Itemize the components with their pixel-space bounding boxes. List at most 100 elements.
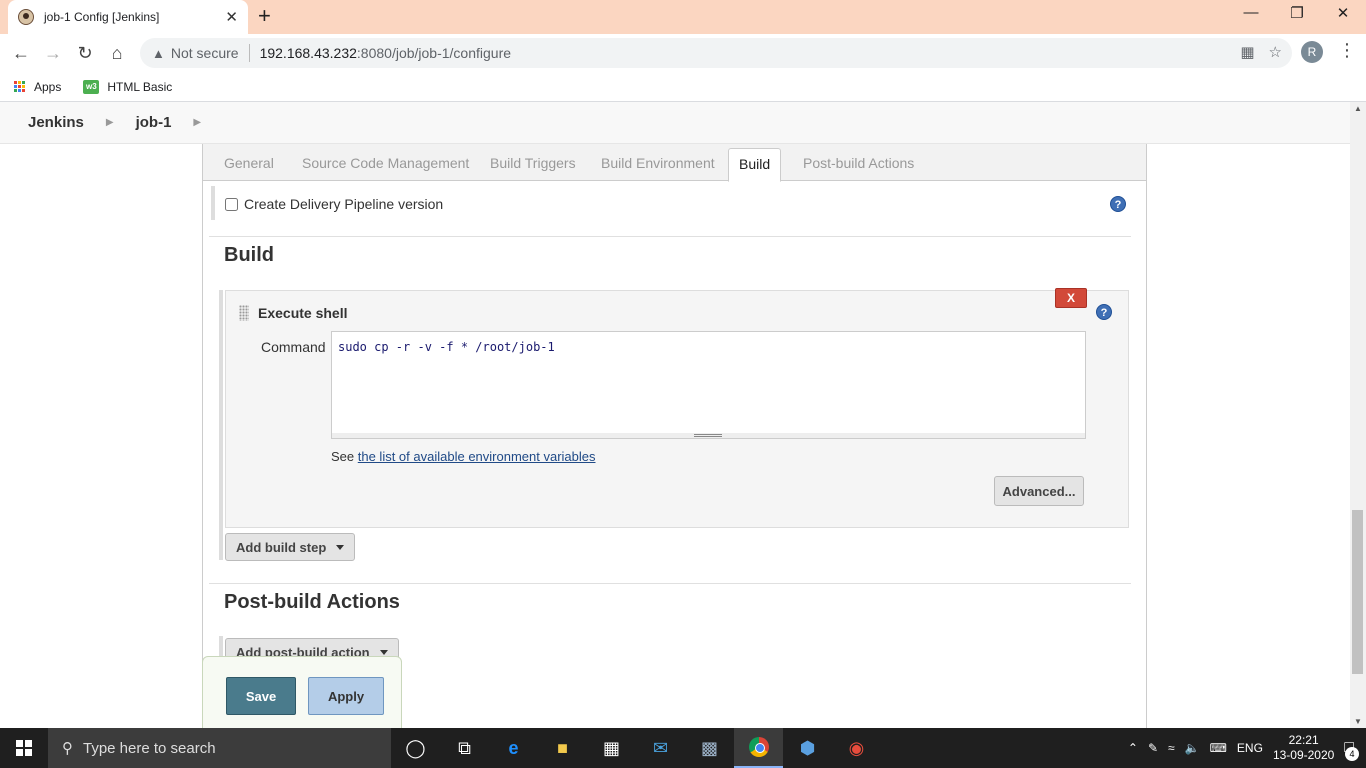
delivery-pipeline-option[interactable]: Create Delivery Pipeline version bbox=[225, 196, 443, 212]
warning-triangle-icon: ▲ bbox=[152, 45, 165, 61]
clock-date: 13-09-2020 bbox=[1272, 748, 1335, 762]
save-button[interactable]: Save bbox=[226, 677, 296, 715]
minimize-icon[interactable]: — bbox=[1236, 4, 1266, 21]
tab-title: job-1 Config [Jenkins] bbox=[44, 10, 160, 24]
command-textarea[interactable]: sudo cp -r -v -f * /root/job-1 bbox=[331, 331, 1086, 437]
textarea-resize-handle[interactable] bbox=[331, 433, 1086, 439]
command-label: Command bbox=[261, 339, 326, 355]
back-arrow-icon[interactable]: ← bbox=[8, 40, 34, 66]
bookmark-apps-label: Apps bbox=[34, 79, 62, 94]
tab-build-environment[interactable]: Build Environment bbox=[601, 155, 715, 171]
drag-handle-icon[interactable] bbox=[239, 305, 249, 321]
new-tab-button[interactable]: + bbox=[258, 4, 271, 28]
advanced-button[interactable]: Advanced... bbox=[994, 476, 1084, 506]
jenkins-page: Jenkins ▶ job-1 ▶ General Source Code Ma… bbox=[0, 102, 1350, 728]
breadcrumb-jenkins[interactable]: Jenkins bbox=[28, 114, 84, 131]
keyboard-icon[interactable]: ⌨ bbox=[1210, 741, 1227, 755]
tab-build[interactable]: Build bbox=[728, 148, 782, 182]
section-divider bbox=[209, 583, 1131, 584]
bookmarks-bar: Apps w3 HTML Basic bbox=[0, 72, 1366, 102]
reload-icon[interactable]: ↻ bbox=[72, 40, 98, 66]
clock-time: 22:21 bbox=[1288, 733, 1319, 747]
profile-avatar[interactable]: R bbox=[1301, 41, 1323, 63]
wifi-icon[interactable]: ≈ bbox=[1168, 741, 1175, 755]
language-indicator[interactable]: ENG bbox=[1237, 741, 1263, 755]
tab-source-code-management[interactable]: Source Code Management bbox=[302, 155, 469, 171]
help-icon[interactable]: ? bbox=[1110, 196, 1126, 212]
add-build-step-label: Add build step bbox=[236, 539, 327, 555]
tab-close-icon[interactable]: ✕ bbox=[225, 8, 238, 26]
not-secure-label[interactable]: Not secure bbox=[171, 45, 239, 61]
delete-step-button[interactable]: X bbox=[1055, 288, 1087, 308]
scroll-down-arrow-icon[interactable]: ▼ bbox=[1354, 717, 1362, 726]
taskbar-search[interactable]: ⚲ Type here to search bbox=[48, 728, 391, 768]
post-build-heading: Post-build Actions bbox=[224, 591, 400, 613]
execute-shell-title: Execute shell bbox=[258, 305, 348, 321]
add-build-step-button[interactable]: Add build step bbox=[225, 533, 356, 561]
build-indent-bar bbox=[219, 290, 223, 560]
calculator-icon[interactable]: ▩ bbox=[685, 728, 734, 768]
execute-shell-step: Execute shell X ? Command sudo cp -r -v … bbox=[225, 288, 1129, 528]
bookmark-html-basic[interactable]: w3 HTML Basic bbox=[83, 79, 172, 94]
env-vars-link[interactable]: the list of available environment variab… bbox=[358, 449, 596, 464]
scrollbar-thumb[interactable] bbox=[1352, 510, 1363, 674]
delivery-pipeline-checkbox[interactable] bbox=[225, 197, 238, 211]
jenkins-favicon-icon bbox=[18, 9, 34, 25]
search-icon: ⚲ bbox=[62, 740, 73, 757]
windows-taskbar: ⚲ Type here to search ◯ ⧉ e ■ ▦ ✉ ▩ ⬢ ◉ … bbox=[0, 728, 1366, 768]
build-heading: Build bbox=[224, 244, 274, 266]
page-scrollbar[interactable]: ▲ ▼ bbox=[1350, 102, 1366, 728]
tab-post-build-actions[interactable]: Post-build Actions bbox=[803, 155, 914, 171]
url-path: :8080/job/job-1/configure bbox=[356, 45, 512, 61]
pen-icon[interactable]: ✎ bbox=[1148, 741, 1158, 755]
address-bar[interactable]: ▲ Not secure 192.168.43.232:8080/job/job… bbox=[140, 38, 1292, 68]
app-icon[interactable]: ◉ bbox=[832, 728, 881, 768]
w3schools-icon: w3 bbox=[83, 79, 100, 94]
help-icon[interactable]: ? bbox=[1096, 304, 1112, 320]
system-tray: ⌃ ✎ ≈ 🔈 ⌨ ENG 22:21 13-09-2020 □4 bbox=[1128, 728, 1366, 768]
browser-menu-icon[interactable]: ⋮ bbox=[1338, 40, 1356, 61]
bookmark-apps[interactable]: Apps bbox=[14, 80, 61, 94]
chevron-up-icon[interactable]: ⌃ bbox=[1128, 741, 1138, 755]
breadcrumb-chevron-icon[interactable]: ▶ bbox=[106, 117, 114, 128]
restore-icon[interactable]: ❐ bbox=[1282, 4, 1312, 22]
chrome-logo-icon bbox=[748, 737, 769, 757]
address-separator bbox=[248, 44, 250, 62]
browser-tab-active[interactable]: job-1 Config [Jenkins] ✕ bbox=[8, 0, 248, 34]
home-icon[interactable]: ⌂ bbox=[104, 40, 130, 66]
section-indent-bar bbox=[211, 186, 215, 220]
tab-build-triggers[interactable]: Build Triggers bbox=[490, 155, 576, 171]
chrome-icon[interactable] bbox=[734, 728, 783, 768]
forward-arrow-icon[interactable]: → bbox=[40, 40, 66, 66]
notification-count: 4 bbox=[1345, 747, 1359, 761]
breadcrumb-job[interactable]: job-1 bbox=[136, 114, 172, 131]
browser-toolbar: ← → ↻ ⌂ ▲ Not secure 192.168.43.232:8080… bbox=[0, 34, 1366, 72]
edge-icon[interactable]: e bbox=[489, 728, 538, 768]
url-host: 192.168.43.232 bbox=[259, 45, 357, 61]
scroll-up-arrow-icon[interactable]: ▲ bbox=[1354, 104, 1362, 113]
mail-icon[interactable]: ✉ bbox=[636, 728, 685, 768]
notification-icon[interactable]: □4 bbox=[1344, 739, 1359, 761]
tab-general[interactable]: General bbox=[224, 155, 274, 171]
windows-logo-icon bbox=[16, 740, 32, 756]
translate-icon[interactable]: ▦ bbox=[1240, 43, 1254, 61]
delivery-pipeline-label: Create Delivery Pipeline version bbox=[244, 196, 444, 212]
store-icon[interactable]: ▦ bbox=[587, 728, 636, 768]
breadcrumb-chevron-icon[interactable]: ▶ bbox=[193, 117, 201, 128]
window-close-icon[interactable]: ✕ bbox=[1328, 4, 1358, 22]
cortana-icon[interactable]: ◯ bbox=[391, 728, 440, 768]
volume-icon[interactable]: 🔈 bbox=[1185, 741, 1200, 755]
env-vars-hint: See the list of available environment va… bbox=[331, 449, 596, 464]
address-actions: ▦ ☆ bbox=[1240, 43, 1282, 61]
start-button[interactable] bbox=[0, 728, 48, 768]
virtualbox-icon[interactable]: ⬢ bbox=[783, 728, 832, 768]
clock[interactable]: 22:21 13-09-2020 bbox=[1273, 733, 1334, 763]
caret-down-icon bbox=[379, 649, 388, 655]
form-actions-bar: Save Apply bbox=[202, 656, 402, 728]
config-form: General Source Code Management Build Tri… bbox=[202, 144, 1147, 728]
env-vars-prefix: See bbox=[331, 449, 358, 464]
task-view-icon[interactable]: ⧉ bbox=[440, 728, 489, 768]
bookmark-star-icon[interactable]: ☆ bbox=[1269, 43, 1282, 61]
apply-button[interactable]: Apply bbox=[308, 677, 384, 715]
file-explorer-icon[interactable]: ■ bbox=[538, 728, 587, 768]
